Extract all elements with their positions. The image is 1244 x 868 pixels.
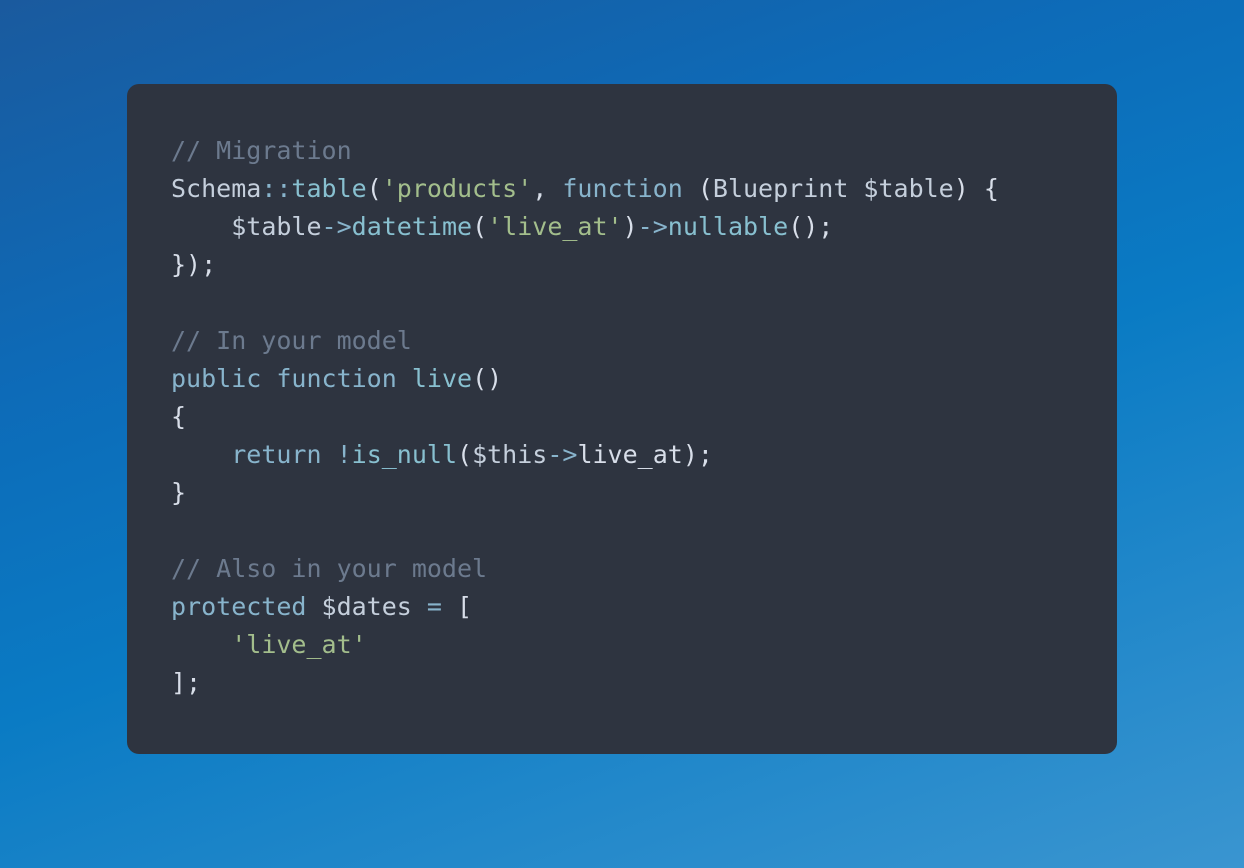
code-line: // Migration: [171, 132, 1073, 170]
code-token: ::: [261, 174, 291, 203]
code-token: ];: [171, 668, 201, 697]
code-token: !: [337, 440, 352, 469]
code-token: function: [276, 364, 396, 393]
code-token: {: [171, 402, 186, 431]
code-token: [171, 630, 231, 659]
code-token: // In your model: [171, 326, 412, 355]
code-line: ];: [171, 664, 1073, 702]
code-token: return: [231, 440, 321, 469]
code-line: $table->datetime('live_at')->nullable();: [171, 208, 1073, 246]
code-token: [171, 212, 231, 241]
code-token: [397, 364, 412, 393]
code-token: ->: [638, 212, 668, 241]
code-token: ->: [322, 212, 352, 241]
code-token: ) {: [954, 174, 999, 203]
code-line: // In your model: [171, 322, 1073, 360]
code-token: is_null: [352, 440, 457, 469]
code-line: [171, 284, 1073, 322]
code-token: $table: [231, 212, 321, 241]
code-line: });: [171, 246, 1073, 284]
code-token: (: [683, 174, 713, 203]
code-line: return !is_null($this->live_at);: [171, 436, 1073, 474]
code-token: =: [427, 592, 442, 621]
code-token: live_at: [577, 440, 682, 469]
code-token: [306, 592, 321, 621]
code-token: table: [291, 174, 366, 203]
code-token: (): [472, 364, 502, 393]
code-token: live: [412, 364, 472, 393]
code-token: (: [367, 174, 382, 203]
code-token: 'live_at': [231, 630, 366, 659]
code-token: ): [623, 212, 638, 241]
code-token: (: [472, 212, 487, 241]
code-token: [: [442, 592, 472, 621]
code-token: Blueprint: [713, 174, 864, 203]
code-token: [171, 440, 231, 469]
code-token: nullable: [668, 212, 788, 241]
code-token: }: [171, 478, 186, 507]
code-block: // MigrationSchema::table('products', fu…: [127, 84, 1117, 754]
code-line: // Also in your model: [171, 550, 1073, 588]
code-token: // Also in your model: [171, 554, 487, 583]
code-token: // Migration: [171, 136, 352, 165]
code-token: );: [683, 440, 713, 469]
code-token: (: [457, 440, 472, 469]
code-token: ->: [547, 440, 577, 469]
code-token: 'live_at': [487, 212, 622, 241]
code-line: Schema::table('products', function (Blue…: [171, 170, 1073, 208]
code-token: $dates: [322, 592, 412, 621]
code-token: function: [562, 174, 682, 203]
code-content: // MigrationSchema::table('products', fu…: [171, 132, 1073, 702]
code-line: {: [171, 398, 1073, 436]
code-token: [322, 440, 337, 469]
code-token: });: [171, 250, 216, 279]
code-token: datetime: [352, 212, 472, 241]
code-token: 'products': [382, 174, 533, 203]
code-token: $this: [472, 440, 547, 469]
code-line: 'live_at': [171, 626, 1073, 664]
code-token: $table: [863, 174, 953, 203]
code-token: [261, 364, 276, 393]
code-token: public: [171, 364, 261, 393]
code-line: public function live(): [171, 360, 1073, 398]
code-line: protected $dates = [: [171, 588, 1073, 626]
code-line: [171, 512, 1073, 550]
code-token: protected: [171, 592, 306, 621]
code-token: Schema: [171, 174, 261, 203]
code-token: ,: [532, 174, 562, 203]
code-line: }: [171, 474, 1073, 512]
code-token: ();: [788, 212, 833, 241]
code-token: [412, 592, 427, 621]
